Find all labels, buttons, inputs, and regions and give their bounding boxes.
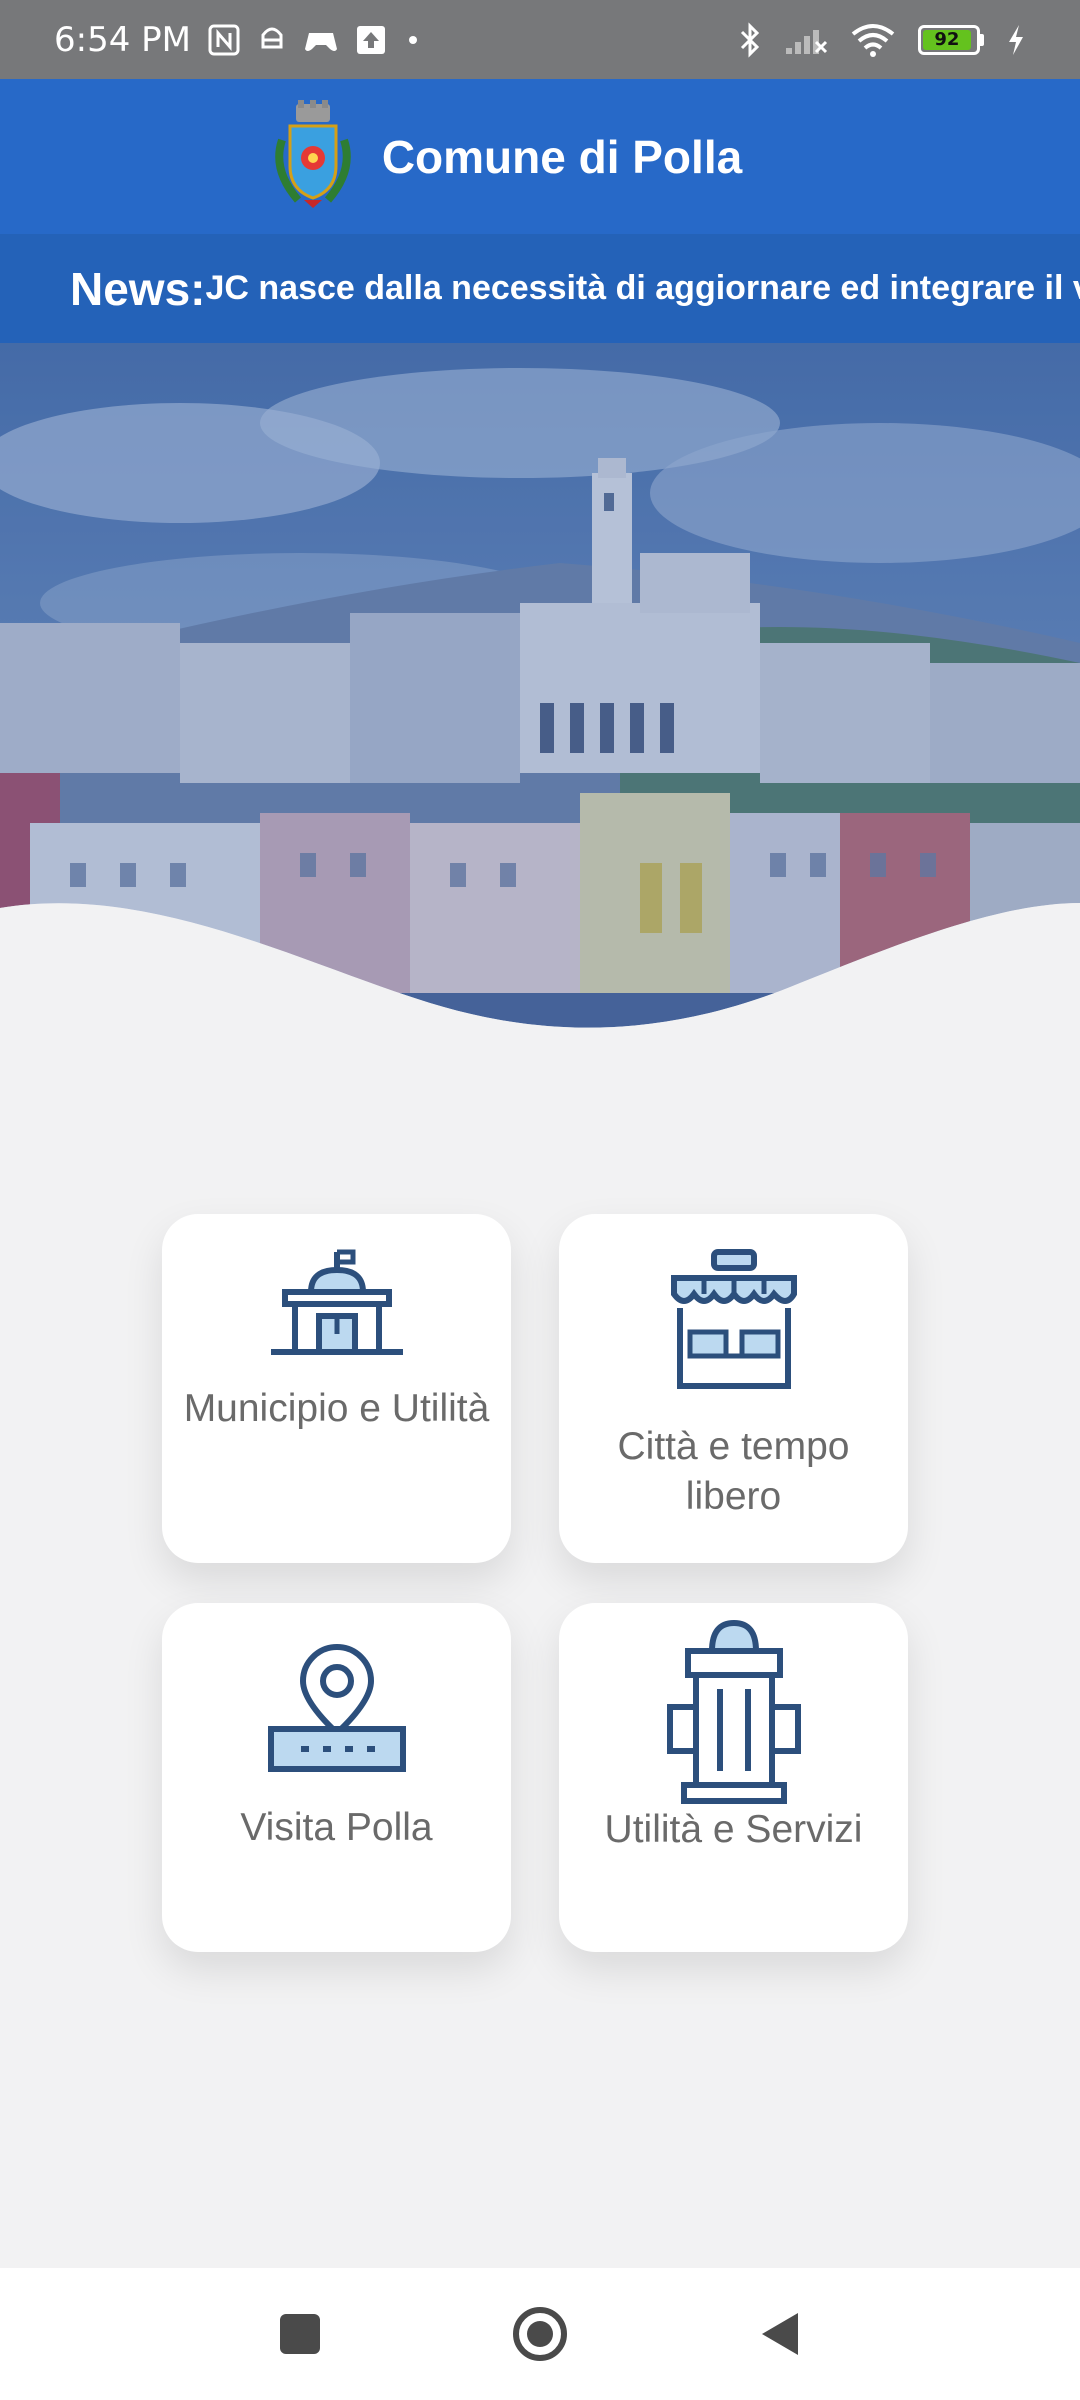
app-title: Comune di Polla bbox=[381, 130, 743, 183]
town-panorama-image bbox=[0, 343, 1080, 1173]
back-button[interactable] bbox=[745, 2299, 815, 2369]
card-citta[interactable]: Città e tempo libero bbox=[559, 1214, 908, 1563]
coat-of-arms-logo bbox=[268, 99, 358, 214]
recents-button[interactable] bbox=[265, 2299, 335, 2369]
status-time: 6:54 PM bbox=[54, 19, 191, 60]
status-left: 6:54 PM bbox=[54, 20, 423, 60]
bluetooth-icon bbox=[738, 21, 762, 58]
status-bar: 6:54 PM 92 bbox=[0, 0, 1080, 79]
shop-icon bbox=[664, 1248, 804, 1400]
dot-icon bbox=[403, 30, 423, 50]
battery-icon: 92 bbox=[918, 24, 984, 55]
home-button[interactable] bbox=[505, 2299, 575, 2369]
news-label: News: bbox=[70, 262, 206, 315]
system-nav-bar bbox=[0, 2268, 1080, 2400]
hydrant-icon bbox=[664, 1619, 804, 1811]
map-pin-icon bbox=[267, 1637, 407, 1781]
card-label-utilita: Utilità e Servizi bbox=[604, 1808, 863, 1851]
card-visita[interactable]: Visita Polla bbox=[162, 1603, 511, 1952]
gamepad-icon bbox=[303, 25, 339, 55]
notification-icon bbox=[257, 23, 287, 57]
signal-icon bbox=[784, 24, 828, 56]
card-utilita[interactable]: Utilità e Servizi bbox=[559, 1603, 908, 1952]
town-hall-icon bbox=[267, 1248, 407, 1362]
charging-icon bbox=[1006, 23, 1026, 57]
card-label-citta: Città e tempo libero bbox=[617, 1425, 850, 1518]
card-municipio[interactable]: Municipio e Utilità bbox=[162, 1214, 511, 1563]
card-label-municipio: Municipio e Utilità bbox=[183, 1387, 490, 1430]
battery-level: 92 bbox=[923, 29, 971, 50]
status-right: 92 bbox=[738, 21, 1026, 58]
card-label-visita: Visita Polla bbox=[240, 1806, 433, 1849]
nfc-icon bbox=[207, 23, 241, 57]
wifi-icon bbox=[850, 22, 896, 58]
news-ticker[interactable]: News: JC nasce dalla necessità di aggior… bbox=[0, 234, 1080, 343]
news-text[interactable]: JC nasce dalla necessità di aggiornare e… bbox=[205, 269, 1080, 308]
upload-icon bbox=[355, 24, 387, 56]
app-header: Comune di Polla bbox=[0, 79, 1080, 234]
